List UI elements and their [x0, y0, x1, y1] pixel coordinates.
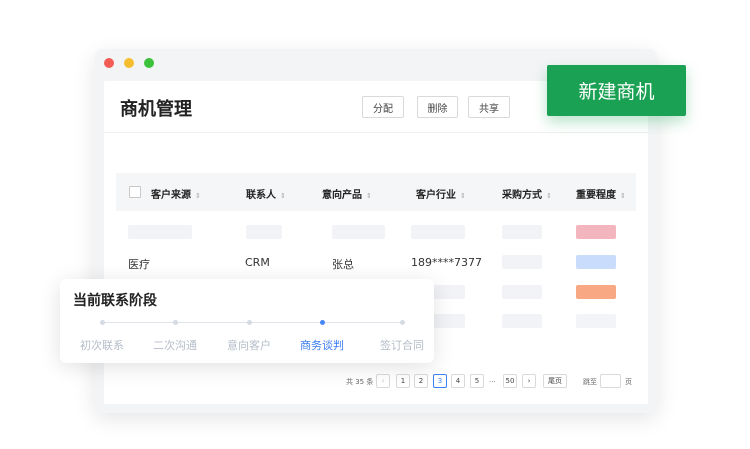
- column-header-product[interactable]: 意向产品 ⇕: [322, 186, 372, 201]
- stage-step-dot[interactable]: [173, 320, 178, 325]
- stage-step-label[interactable]: 签订合同: [380, 337, 424, 353]
- page-button[interactable]: 50: [503, 374, 517, 388]
- sort-icon[interactable]: ⇕: [620, 192, 626, 200]
- cell-contact: CRM: [245, 256, 270, 269]
- sort-icon[interactable]: ⇕: [366, 192, 372, 200]
- placeholder-cell: [411, 225, 465, 239]
- stage-step-label[interactable]: 初次联系: [80, 337, 124, 353]
- stage-step-label-current[interactable]: 商务谈判: [300, 337, 344, 353]
- column-header-contact[interactable]: 联系人 ⇕: [246, 186, 286, 201]
- cell-source: 医疗: [128, 258, 150, 271]
- stage-track: [102, 322, 402, 323]
- sort-icon[interactable]: ⇕: [546, 192, 552, 200]
- select-all-checkbox[interactable]: [129, 186, 141, 198]
- prev-page-button[interactable]: ‹: [376, 374, 390, 388]
- header-divider: [104, 132, 648, 133]
- placeholder-cell: [332, 225, 385, 239]
- last-page-button[interactable]: 尾页: [543, 374, 567, 388]
- stage-step-label[interactable]: 二次沟通: [153, 337, 197, 353]
- importance-tag: [576, 225, 616, 239]
- sort-icon[interactable]: ⇕: [460, 192, 466, 200]
- placeholder-cell: [128, 225, 192, 239]
- page-button[interactable]: 2: [414, 374, 428, 388]
- page-button[interactable]: 1: [396, 374, 410, 388]
- importance-tag: [576, 285, 616, 299]
- stage-step-label[interactable]: 意向客户: [227, 337, 271, 353]
- importance-tag: [576, 314, 616, 328]
- jump-label: 跳至: [583, 377, 597, 386]
- column-header-industry[interactable]: 客户行业 ⇕: [416, 186, 466, 201]
- scene: 商机管理 分配 删除 共享 客户来源 ⇕ 联系人 ⇕ 意向产品 ⇕ 客户行业 ⇕ 采购方…: [0, 0, 750, 449]
- next-page-button[interactable]: ›: [522, 374, 536, 388]
- delete-button[interactable]: 删除: [417, 96, 458, 118]
- importance-tag: [576, 255, 616, 269]
- stage-step-dot[interactable]: [247, 320, 252, 325]
- maximize-window-icon[interactable]: [144, 58, 154, 68]
- stage-card-title: 当前联系阶段: [73, 293, 157, 309]
- table-header: 客户来源 ⇕ 联系人 ⇕ 意向产品 ⇕ 客户行业 ⇕ 采购方式 ⇕ 重要程度 ⇕: [116, 173, 636, 211]
- pagination-ellipsis: ···: [489, 377, 496, 386]
- stage-step-dot-current[interactable]: [320, 320, 325, 325]
- sort-icon[interactable]: ⇕: [280, 192, 286, 200]
- stage-step-dot[interactable]: [400, 320, 405, 325]
- placeholder-cell: [502, 285, 542, 299]
- share-button[interactable]: 共享: [468, 96, 510, 118]
- page-title: 商机管理: [120, 99, 192, 120]
- placeholder-cell: [502, 255, 542, 269]
- placeholder-cell: [502, 314, 542, 328]
- page-unit-label: 页: [625, 377, 632, 386]
- stage-step-dot[interactable]: [100, 320, 105, 325]
- cell-product: 张总: [332, 258, 354, 271]
- new-opportunity-button[interactable]: 新建商机: [547, 65, 686, 116]
- assign-button[interactable]: 分配: [362, 96, 404, 118]
- page-button-current[interactable]: 3: [433, 374, 447, 388]
- placeholder-cell: [502, 225, 542, 239]
- page-button[interactable]: 5: [470, 374, 484, 388]
- column-header-source[interactable]: 客户来源 ⇕: [151, 186, 201, 201]
- column-header-importance[interactable]: 重要程度 ⇕: [576, 186, 626, 201]
- placeholder-cell: [246, 225, 282, 239]
- column-header-purchase[interactable]: 采购方式 ⇕: [502, 186, 552, 201]
- page-button[interactable]: 4: [451, 374, 465, 388]
- cell-industry: 189****7377: [411, 256, 482, 269]
- contact-stage-card: 当前联系阶段 初次联系 二次沟通 意向客户 商务谈判 签订合同: [60, 279, 434, 363]
- jump-page-input[interactable]: [600, 374, 621, 388]
- sort-icon[interactable]: ⇕: [195, 192, 201, 200]
- minimize-window-icon[interactable]: [124, 58, 134, 68]
- close-window-icon[interactable]: [104, 58, 114, 68]
- pagination-total: 共 35 条: [346, 377, 374, 386]
